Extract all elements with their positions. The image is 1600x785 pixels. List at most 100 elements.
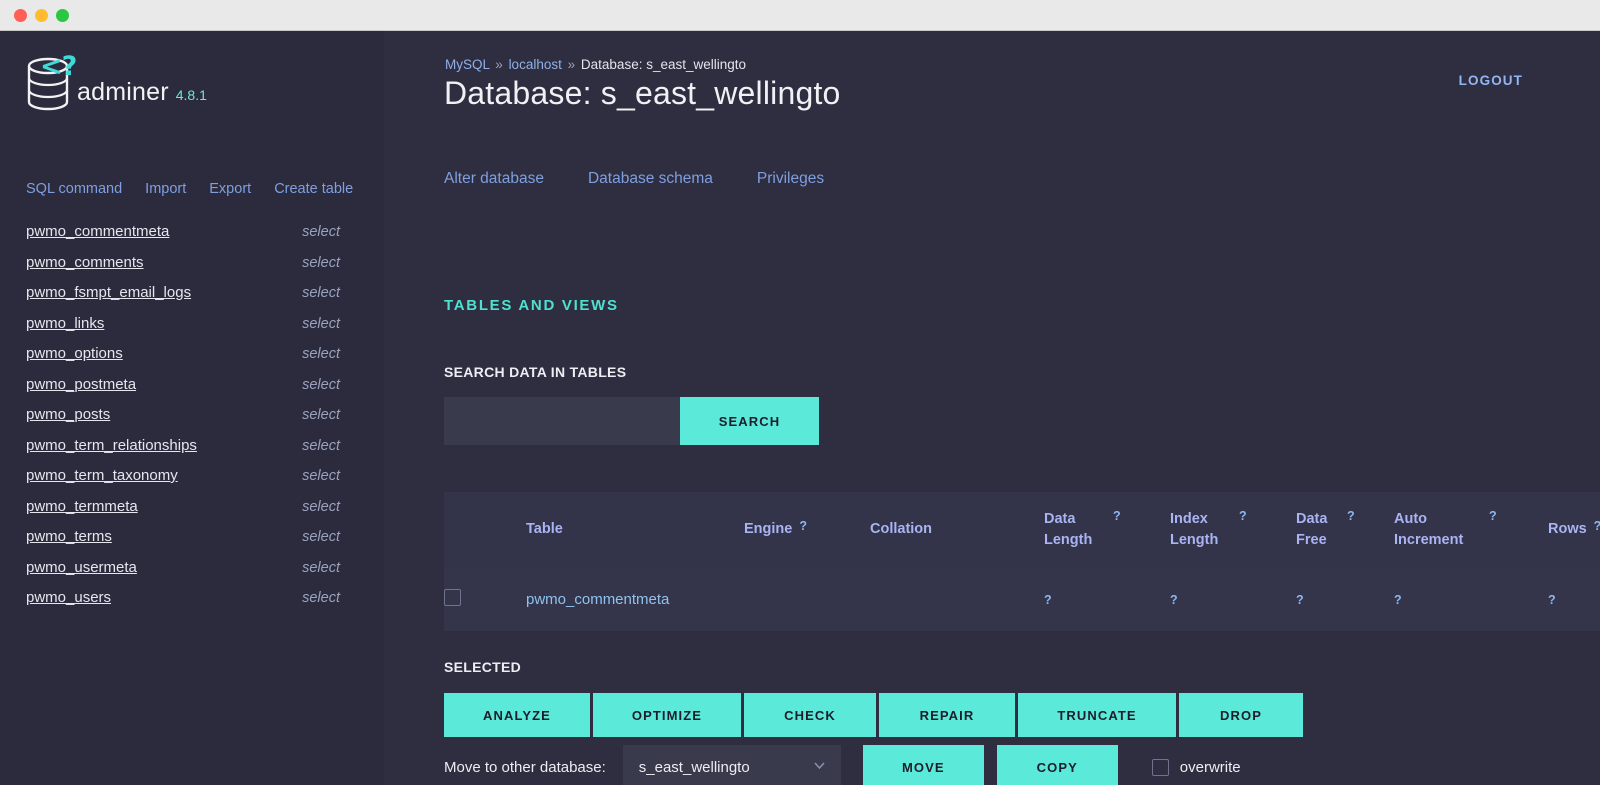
breadcrumb: MySQL » localhost » Database: s_east_wel… — [445, 57, 746, 72]
th-index-length-help-icon[interactable]: ? — [1239, 509, 1247, 523]
copy-button[interactable]: COPY — [996, 745, 1118, 785]
link-alter-database[interactable]: Alter database — [444, 170, 544, 188]
sidebar-link-import[interactable]: Import — [145, 181, 186, 197]
brand-logo[interactable]: <? adminer 4.8.1 — [0, 31, 384, 143]
sidebar-link-export[interactable]: Export — [209, 181, 251, 197]
selected-action-analyze-button[interactable]: ANALYZE — [444, 693, 590, 737]
sidebar-table-select-link[interactable]: select — [302, 346, 340, 362]
th-engine-help-icon[interactable]: ? — [799, 519, 807, 533]
sidebar-table-link[interactable]: pwmo_term_taxonomy — [26, 467, 178, 484]
table-header-row: Table Engine ? Collation Data Length ? I… — [444, 492, 1600, 568]
sidebar-table-item: pwmo_terms select — [26, 528, 340, 559]
cell-data-length-value[interactable]: ? — [1044, 593, 1052, 607]
selected-action-check-button[interactable]: CHECK — [744, 693, 876, 737]
breadcrumb-server[interactable]: MySQL — [445, 57, 490, 72]
th-data-length[interactable]: Data Length ? — [1044, 492, 1170, 568]
sidebar-table-select-link[interactable]: select — [302, 255, 340, 271]
sidebar-table-link[interactable]: pwmo_usermeta — [26, 559, 137, 576]
sidebar-table-select-link[interactable]: select — [302, 468, 340, 484]
sidebar-table-link[interactable]: pwmo_commentmeta — [26, 223, 169, 240]
search-input[interactable] — [444, 397, 680, 445]
database-select[interactable]: s_east_wellingto — [622, 745, 841, 785]
th-auto-increment-label: Auto Increment — [1394, 510, 1464, 548]
sidebar-table-item: pwmo_posts select — [26, 406, 340, 437]
zoom-window-button[interactable] — [56, 8, 69, 22]
breadcrumb-separator-2: » — [567, 57, 576, 72]
page-title: Database: s_east_wellingto — [444, 75, 841, 111]
th-engine[interactable]: Engine ? — [744, 492, 870, 568]
overwrite-field: overwrite — [1151, 758, 1241, 776]
row-table-link[interactable]: pwmo_commentmeta — [526, 591, 669, 608]
sidebar-table-item: pwmo_termmeta select — [26, 498, 340, 529]
sidebar: <? adminer 4.8.1 SQL command Import Expo… — [0, 31, 384, 785]
app-root: <? adminer 4.8.1 SQL command Import Expo… — [0, 31, 1600, 785]
sidebar-table-select-link[interactable]: select — [302, 377, 340, 393]
sidebar-table-link[interactable]: pwmo_links — [26, 315, 104, 332]
th-auto-increment-help-icon[interactable]: ? — [1489, 509, 1497, 523]
sidebar-table-select-link[interactable]: select — [302, 499, 340, 515]
overwrite-checkbox[interactable] — [1151, 758, 1169, 776]
search-button[interactable]: SEARCH — [680, 397, 819, 445]
cell-data-free-value[interactable]: ? — [1296, 593, 1304, 607]
selected-action-repair-button[interactable]: REPAIR — [879, 693, 1015, 737]
th-data-length-help-icon[interactable]: ? — [1113, 509, 1121, 523]
th-data-free[interactable]: Data Free ? — [1296, 492, 1394, 568]
selected-action-drop-button[interactable]: DROP — [1179, 693, 1303, 737]
link-database-schema[interactable]: Database schema — [588, 170, 713, 188]
sidebar-table-link[interactable]: pwmo_fsmpt_email_logs — [26, 284, 191, 301]
selected-action-truncate-button[interactable]: TRUNCATE — [1018, 693, 1176, 737]
sidebar-table-item: pwmo_fsmpt_email_logs select — [26, 284, 340, 315]
sidebar-table-item: pwmo_commentmeta select — [26, 223, 340, 254]
th-table-label: Table — [526, 521, 563, 538]
minimize-window-button[interactable] — [35, 8, 48, 22]
cell-index-length: ? — [1170, 568, 1296, 631]
sidebar-table-link[interactable]: pwmo_comments — [26, 254, 144, 271]
brand-name: adminer — [77, 78, 169, 106]
move-button[interactable]: MOVE — [862, 745, 984, 785]
selected-action-optimize-button[interactable]: OPTIMIZE — [593, 693, 741, 737]
sidebar-table-list: pwmo_commentmeta select pwmo_comments selec… — [0, 223, 384, 620]
row-checkbox[interactable] — [444, 589, 461, 606]
cell-index-length-value[interactable]: ? — [1170, 593, 1178, 607]
sidebar-table-select-link[interactable]: select — [302, 438, 340, 454]
sidebar-table-item: pwmo_users select — [26, 589, 340, 620]
move-to-other-database-label: Move to other database: — [444, 758, 606, 776]
logout-button[interactable]: LOGOUT — [1459, 73, 1523, 88]
th-index-length[interactable]: Index Length ? — [1170, 492, 1296, 568]
sidebar-table-select-link[interactable]: select — [302, 407, 340, 423]
sidebar-table-link[interactable]: pwmo_posts — [26, 406, 110, 423]
cell-auto-increment: ? — [1394, 568, 1548, 631]
th-collation[interactable]: Collation — [870, 492, 1044, 568]
link-privileges[interactable]: Privileges — [757, 170, 824, 188]
sidebar-table-link[interactable]: pwmo_users — [26, 589, 111, 606]
tables-table-wrapper: Table Engine ? Collation Data Length ? I… — [444, 492, 1600, 631]
th-table[interactable]: Table — [526, 492, 744, 568]
sidebar-nav: SQL command Import Export Create table — [0, 143, 384, 197]
sidebar-table-link[interactable]: pwmo_postmeta — [26, 376, 136, 393]
table-row: pwmo_commentmeta????? — [444, 568, 1600, 631]
sidebar-link-create-table[interactable]: Create table — [274, 181, 353, 197]
sidebar-table-link[interactable]: pwmo_termmeta — [26, 498, 138, 515]
breadcrumb-host[interactable]: localhost — [509, 57, 562, 72]
sidebar-table-select-link[interactable]: select — [302, 590, 340, 606]
sidebar-table-select-link[interactable]: select — [302, 529, 340, 545]
th-data-free-help-icon[interactable]: ? — [1347, 509, 1355, 523]
selected-actions: ANALYZE OPTIMIZE CHECK REPAIR TRUNCATE DROP — [444, 693, 1303, 737]
sidebar-table-select-link[interactable]: select — [302, 560, 340, 576]
th-rows[interactable]: Rows ? — [1548, 492, 1600, 568]
cell-table: pwmo_commentmeta — [526, 568, 744, 631]
th-rows-help-icon[interactable]: ? — [1594, 519, 1600, 533]
sidebar-table-link[interactable]: pwmo_terms — [26, 528, 112, 545]
th-auto-increment[interactable]: Auto Increment ? — [1394, 492, 1548, 568]
sidebar-table-link[interactable]: pwmo_term_relationships — [26, 437, 197, 454]
cell-rows-value[interactable]: ? — [1548, 593, 1556, 607]
breadcrumb-separator-1: » — [495, 57, 503, 72]
sidebar-table-link[interactable]: pwmo_options — [26, 345, 123, 362]
cell-auto-increment-value[interactable]: ? — [1394, 593, 1402, 607]
sidebar-table-select-link[interactable]: select — [302, 316, 340, 332]
close-window-button[interactable] — [14, 8, 27, 22]
sidebar-table-select-link[interactable]: select — [302, 285, 340, 301]
sidebar-link-sql-command[interactable]: SQL command — [26, 181, 122, 197]
sidebar-table-select-link[interactable]: select — [302, 224, 340, 240]
cell-collation — [870, 568, 1044, 631]
